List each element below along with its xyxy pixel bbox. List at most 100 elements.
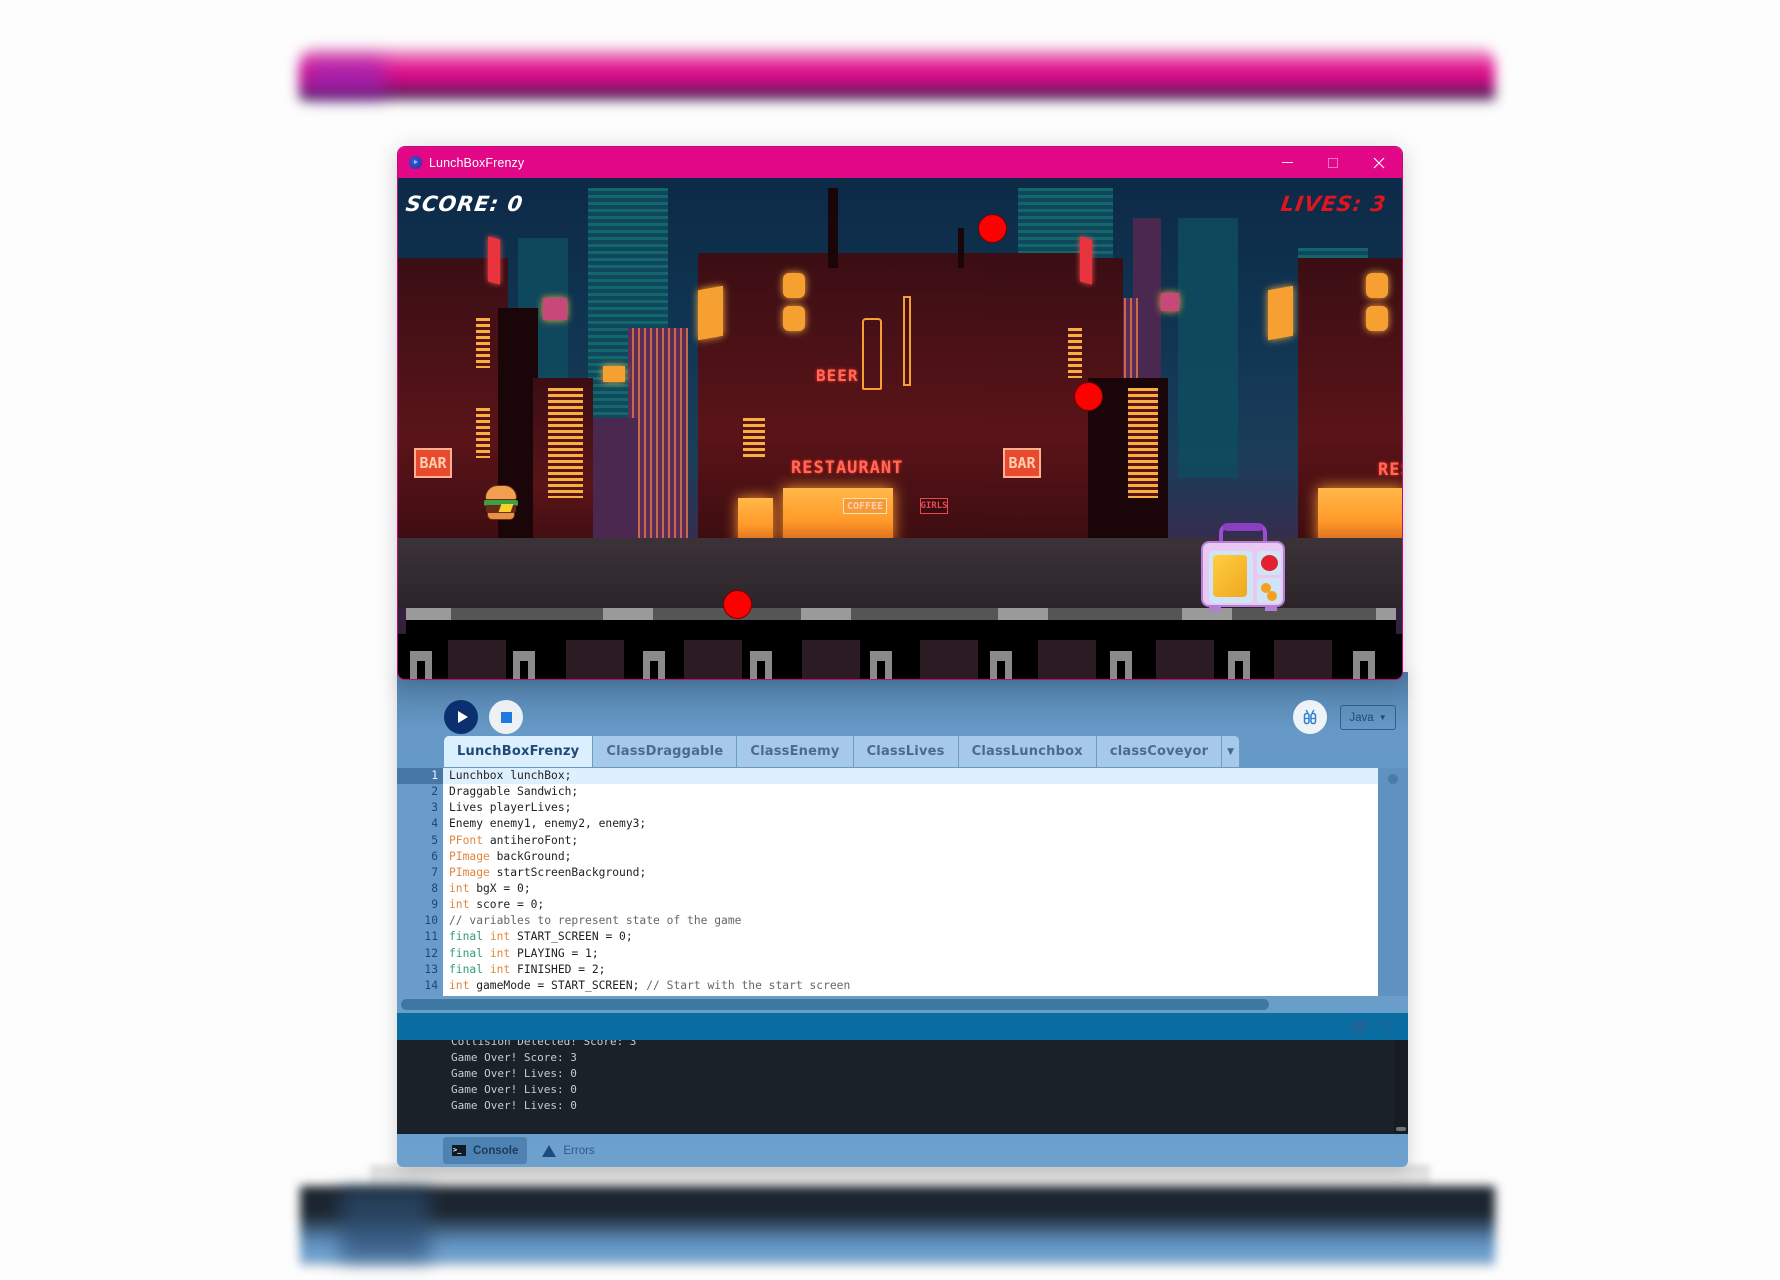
line-number: 10 <box>424 914 438 928</box>
app-icon <box>409 156 422 169</box>
code-line[interactable]: // variables to represent state of the g… <box>443 913 1378 929</box>
code-line[interactable]: int score = 0; <box>443 897 1378 913</box>
clear-console-icon[interactable] <box>1379 1020 1395 1034</box>
token-int: int <box>449 898 470 912</box>
token: Lives playerLives; <box>449 801 572 815</box>
token-kw: final <box>449 946 484 960</box>
console-output[interactable]: Collision Detected! Score: 3 Game Over! S… <box>397 1040 1408 1134</box>
scrollbar-thumb[interactable] <box>1388 774 1398 784</box>
lit-windows <box>476 318 490 368</box>
neon-bottle <box>862 318 882 390</box>
horizontal-scrollbar[interactable] <box>401 999 1269 1010</box>
processing-ide: Java ▼ LunchBoxFrenzy ClassDraggable Cla… <box>397 672 1408 1167</box>
code-line[interactable]: PFont antiheroFont; <box>443 833 1378 849</box>
maximize-button[interactable] <box>1310 147 1356 178</box>
code-text-area[interactable]: Lunchbox lunchBox; Draggable Sandwich; Liv… <box>443 768 1378 996</box>
editor-tabs: LunchBoxFrenzy ClassDraggable ClassEnemy… <box>444 736 1241 767</box>
antenna <box>828 188 838 268</box>
sign-girls: GIRLS <box>920 498 948 514</box>
stop-button[interactable] <box>489 700 523 734</box>
sign-bar: BAR <box>1003 448 1041 478</box>
console-line: Game Over! Lives: 0 <box>451 1083 577 1097</box>
code-line[interactable]: Draggable Sandwich; <box>443 784 1378 800</box>
vertical-scrollbar[interactable] <box>1378 768 1408 996</box>
tab-errors-label: Errors <box>563 1144 595 1157</box>
token-int: int <box>489 962 511 976</box>
code-line[interactable]: PImage startScreenBackground; <box>443 865 1378 881</box>
title-bar[interactable]: LunchBoxFrenzy <box>398 147 1402 178</box>
token-type: PFont <box>449 833 484 847</box>
shop-window <box>738 498 773 543</box>
token: Enemy enemy1, enemy2, enemy3; <box>449 817 647 831</box>
tabs-menu-button[interactable]: ▼ <box>1222 736 1241 767</box>
minimize-button[interactable] <box>1264 147 1310 178</box>
code-line[interactable]: Lives playerLives; <box>443 800 1378 816</box>
code-editor[interactable]: 1 2 3 4 5 6 7 8 9 10 11 12 13 14 Lunchbox lunchBox; Dr… <box>397 768 1408 996</box>
run-button[interactable] <box>444 700 478 734</box>
blurred-background-window-bottom <box>300 1186 1495 1266</box>
token: backGround; <box>489 849 572 863</box>
tab-classenemy[interactable]: ClassEnemy <box>737 736 854 767</box>
neon-sign <box>1161 293 1179 311</box>
lit-windows <box>548 388 583 498</box>
console-header <box>397 1013 1408 1040</box>
code-line[interactable]: final int START_SCREEN = 0; <box>443 929 1378 945</box>
code-line[interactable]: PImage backGround; <box>443 849 1378 865</box>
debugger-button[interactable] <box>1293 700 1327 734</box>
neon-sign <box>1268 285 1293 341</box>
tab-classdraggable[interactable]: ClassDraggable <box>593 736 738 767</box>
token-int: int <box>489 946 511 960</box>
tab-classlunchbox[interactable]: ClassLunchbox <box>958 736 1097 767</box>
minimize-icon <box>1281 162 1293 163</box>
neon-lantern <box>783 306 805 331</box>
scrollbar-thumb[interactable] <box>1396 1127 1406 1131</box>
neon-lantern <box>1366 273 1388 298</box>
stop-icon <box>500 711 512 723</box>
terminal-icon: >_ <box>452 1145 466 1156</box>
lit-windows <box>1128 388 1158 498</box>
close-button[interactable] <box>1356 147 1402 178</box>
neon-sign <box>1080 236 1092 285</box>
copy-icon[interactable] <box>1352 1020 1368 1034</box>
code-line[interactable]: final int FINISHED = 2; <box>443 962 1378 978</box>
sign-beer: BEER <box>816 366 859 385</box>
lunchbox-sprite <box>1201 523 1285 611</box>
tab-console[interactable]: >_ Console <box>443 1137 528 1164</box>
shop-window <box>1318 488 1402 543</box>
tab-classcoveyor[interactable]: classCoveyor <box>1096 736 1223 767</box>
token: startScreenBackground; <box>489 865 647 879</box>
tab-console-label: Console <box>473 1144 519 1157</box>
burger-sprite[interactable] <box>484 485 518 521</box>
code-line[interactable]: int bgX = 0; <box>443 881 1378 897</box>
token: antiheroFont; <box>483 833 579 847</box>
line-number: 5 <box>431 833 438 847</box>
token: Lunchbox lunchBox; <box>449 769 572 782</box>
conveyor-belt <box>406 620 1396 634</box>
enemy-ball <box>723 590 752 619</box>
token: gameMode = START_SCREEN; <box>469 978 647 992</box>
lit-windows <box>1068 328 1082 378</box>
mode-selector[interactable]: Java ▼ <box>1340 705 1396 730</box>
token-int: int <box>489 930 511 944</box>
code-line[interactable]: final int PLAYING = 1; <box>443 946 1378 962</box>
neon-sign <box>488 236 500 285</box>
token-kw: final <box>449 930 484 944</box>
game-canvas[interactable]: BAR BEER RESTAURANT COFFEE GIRLS BAR RE … <box>398 178 1402 679</box>
tab-classlives[interactable]: ClassLives <box>853 736 959 767</box>
code-line[interactable]: Lunchbox lunchBox; <box>443 768 1378 785</box>
line-number: 1 <box>397 768 443 785</box>
tab-errors[interactable]: Errors <box>533 1137 603 1164</box>
tab-lunchboxfrenzy[interactable]: LunchBoxFrenzy <box>444 736 594 767</box>
game-window: LunchBoxFrenzy BAR BEER RESTAURANT COFFE… <box>397 146 1403 680</box>
console-scrollbar[interactable] <box>1394 1040 1408 1134</box>
conveyor-base <box>398 634 1402 679</box>
window-shadow <box>370 1165 1430 1187</box>
code-line[interactable]: int gameMode = START_SCREEN; // Start wi… <box>443 978 1378 994</box>
code-line[interactable]: Enemy enemy1, enemy2, enemy3; <box>443 816 1378 832</box>
token: PLAYING = 1; <box>510 946 599 960</box>
line-number: 7 <box>431 865 438 879</box>
line-number: 3 <box>431 801 438 815</box>
line-number: 8 <box>431 881 438 895</box>
background-tower <box>1178 218 1238 478</box>
token: START_SCREEN = 0; <box>510 930 633 944</box>
